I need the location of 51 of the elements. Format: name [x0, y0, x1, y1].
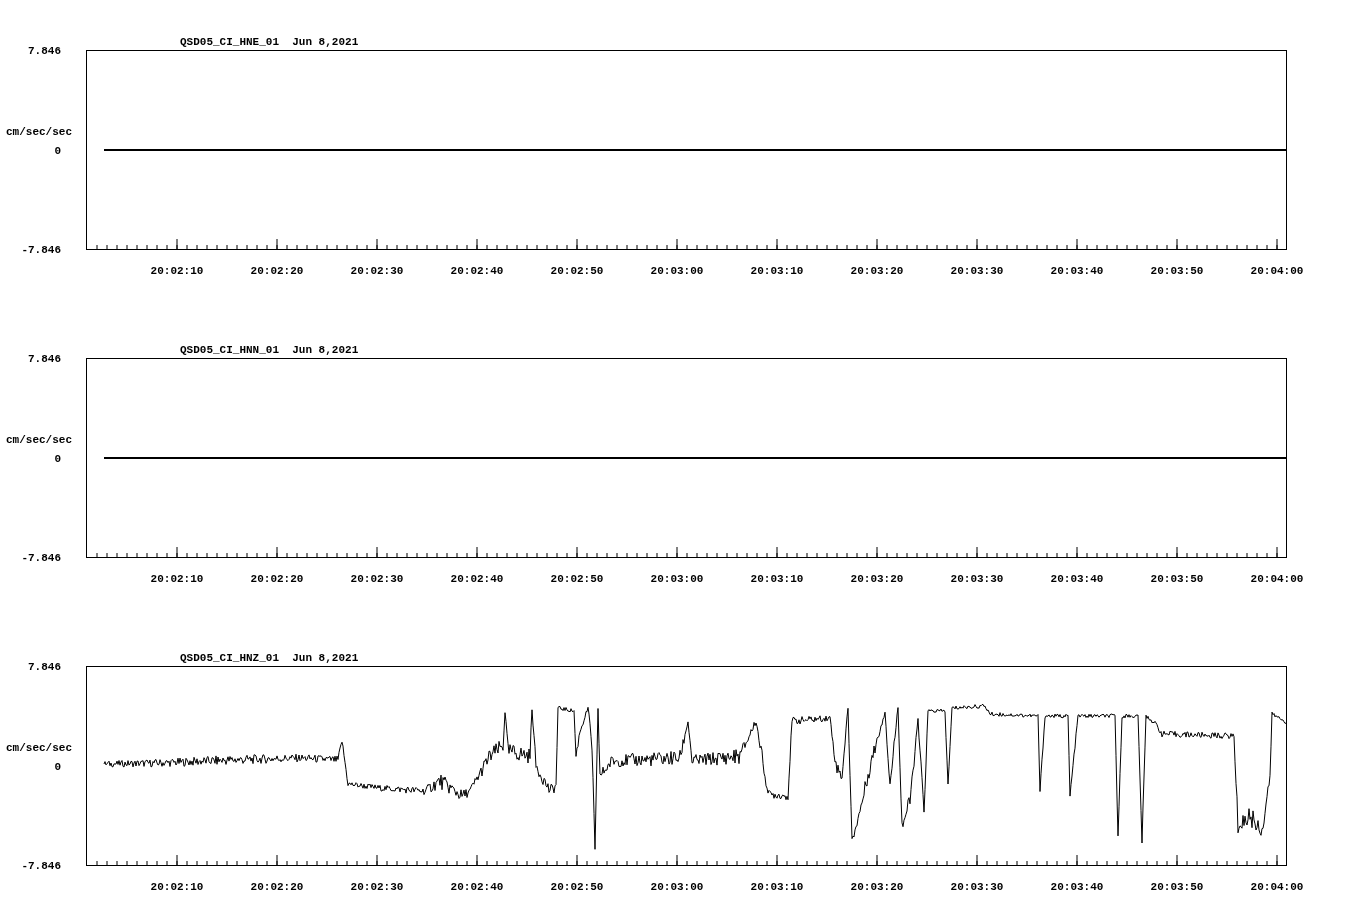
y-tick-label: -7.846 — [21, 244, 61, 256]
y-tick-label: -7.846 — [21, 860, 61, 872]
x-tick-label: 20:03:40 — [1050, 881, 1104, 893]
x-tick-label: 20:02:30 — [350, 881, 404, 893]
x-tick-label: 20:03:20 — [850, 573, 904, 585]
x-tick-label: 20:02:50 — [550, 573, 604, 585]
y-tick-label: 7.846 — [28, 45, 61, 57]
plot-title: QSD05_CI_HNE_01 Jun 8,2021 — [180, 36, 359, 48]
x-tick-label: 20:02:30 — [350, 265, 404, 277]
y-tick-label: 7.846 — [28, 661, 61, 673]
x-tick-label: 20:03:40 — [1050, 265, 1104, 277]
x-tick-label: 20:04:00 — [1250, 573, 1304, 585]
x-tick-label: 20:02:10 — [150, 573, 204, 585]
x-tick-label: 20:03:50 — [1150, 573, 1204, 585]
x-tick-label: 20:02:10 — [150, 265, 204, 277]
x-tick-label: 20:03:40 — [1050, 573, 1104, 585]
plot-title: QSD05_CI_HNZ_01 Jun 8,2021 — [180, 652, 359, 664]
x-tick-label: 20:04:00 — [1250, 265, 1304, 277]
x-tick-label: 20:02:20 — [250, 881, 304, 893]
x-tick-label: 20:03:50 — [1150, 881, 1204, 893]
x-tick-label: 20:03:50 — [1150, 265, 1204, 277]
x-tick-label: 20:03:00 — [650, 881, 704, 893]
x-tick-label: 20:02:20 — [250, 573, 304, 585]
x-tick-label: 20:03:00 — [650, 573, 704, 585]
x-tick-label: 20:03:20 — [850, 265, 904, 277]
y-axis-label: cm/sec/sec — [6, 126, 72, 138]
x-tick-label: 20:03:30 — [950, 573, 1004, 585]
x-tick-label: 20:02:30 — [350, 573, 404, 585]
y-axis-label: cm/sec/sec — [6, 742, 72, 754]
x-tick-label: 20:02:40 — [450, 573, 504, 585]
x-tick-label: 20:03:10 — [750, 573, 804, 585]
x-tick-label: 20:03:20 — [850, 881, 904, 893]
x-tick-label: 20:02:50 — [550, 265, 604, 277]
y-tick-label: 0 — [54, 761, 61, 773]
x-tick-label: 20:03:10 — [750, 881, 804, 893]
plot-title: QSD05_CI_HNN_01 Jun 8,2021 — [180, 344, 359, 356]
y-tick-label: 7.846 — [28, 353, 61, 365]
y-tick-label: -7.846 — [21, 552, 61, 564]
x-tick-label: 20:03:10 — [750, 265, 804, 277]
x-tick-label: 20:04:00 — [1250, 881, 1304, 893]
x-tick-label: 20:02:10 — [150, 881, 204, 893]
x-tick-label: 20:03:00 — [650, 265, 704, 277]
y-tick-label: 0 — [54, 145, 61, 157]
y-axis-label: cm/sec/sec — [6, 434, 72, 446]
x-tick-label: 20:03:30 — [950, 265, 1004, 277]
y-tick-label: 0 — [54, 453, 61, 465]
x-tick-label: 20:02:40 — [450, 265, 504, 277]
x-tick-label: 20:02:40 — [450, 881, 504, 893]
x-tick-label: 20:02:20 — [250, 265, 304, 277]
x-tick-label: 20:03:30 — [950, 881, 1004, 893]
x-tick-label: 20:02:50 — [550, 881, 604, 893]
